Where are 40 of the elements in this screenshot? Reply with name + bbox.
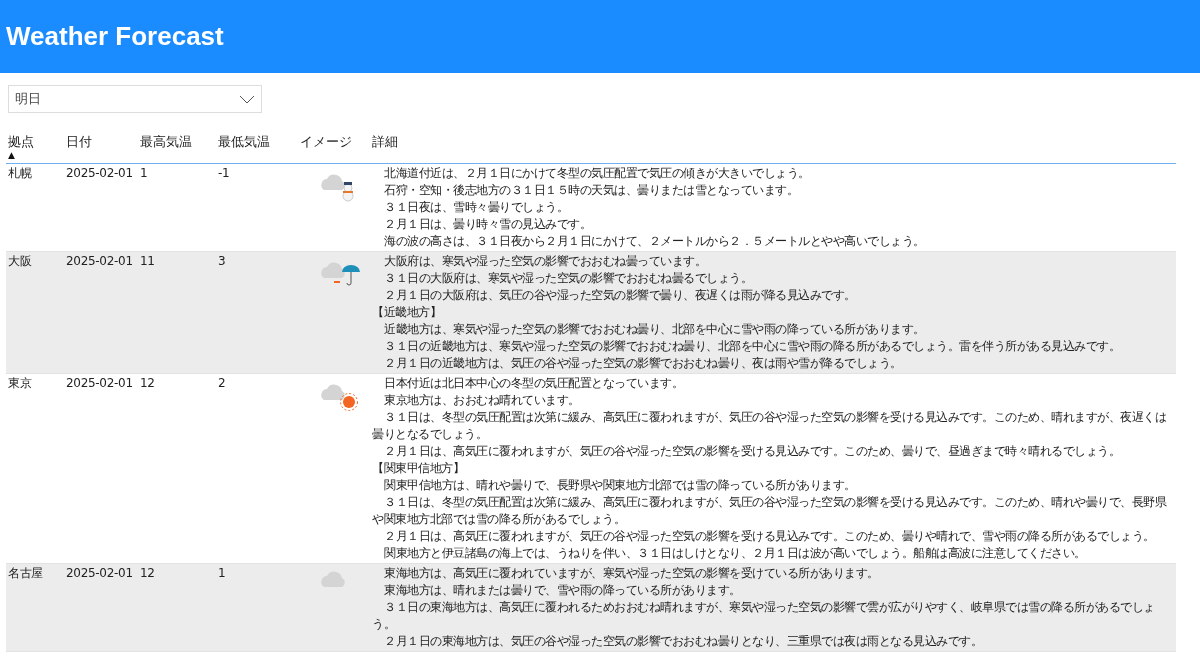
sort-arrow-icon: ▲: [8, 151, 62, 160]
forecast-text: 東京地方は、おおむね晴れています。: [383, 392, 580, 409]
cloud-icon: [318, 570, 348, 587]
forecast-text: 石狩・空知・後志地方の３１日１５時の天気は、曇りまたは雪となっています。: [383, 182, 798, 199]
forecast-text: ２月１日の近畿地方は、気圧の谷や湿った空気の影響でおおむね曇り、夜は雨や雪が降るでしょう。: [383, 355, 902, 372]
forecast-text: 北海道付近は、２月１日にかけて冬型の気圧配置で気圧の傾きが大きいでしょう。: [383, 165, 810, 182]
forecast-text: 日本付近は北日本中心の冬型の気圧配置となっています。: [383, 375, 683, 392]
place-cell: 大阪: [6, 252, 64, 374]
low-temp-cell: 3: [216, 252, 298, 374]
forecast-text: ３１日は、冬型の気圧配置は次第に緩み、高気圧に覆われますが、気圧の谷や湿った空気の影響を受ける見込みです。このため、晴れますが、夜遅くは曇りとなるでしょう。: [372, 409, 1167, 443]
chevron-down-icon: [239, 94, 255, 104]
date-cell: 2025-02-01: [64, 564, 138, 652]
region-heading: 【関東甲信地方】: [372, 460, 464, 477]
day-select[interactable]: 明日: [8, 85, 262, 113]
place-cell: 名古屋: [6, 564, 64, 652]
forecast-text: ３１日の東海地方は、高気圧に覆われるためおおむね晴れますが、寒気や湿った空気の影響で雲が広がりやすく、岐阜県では雪の降る所があるでしょう。: [372, 599, 1156, 633]
forecast-text: ２月１日の大阪府は、気圧の谷や湿った空気の影響で曇り、夜遅くは雨が降る見込みです。: [383, 287, 856, 304]
forecast-text: ２月１日は、高気圧に覆われますが、気圧の谷や湿った空気の影響を受ける見込みです。このため、曇りで、昼過ぎまで時々晴れるでしょう。: [383, 443, 1120, 460]
forecast-text: 関東地方と伊豆諸島の海上では、うねりを伴い、３１日はしけとなり、２月１日は波が高いでしょう。船舶は高波に注意してください。: [383, 545, 1086, 562]
forecast-text: 東海地方は、晴れまたは曇りで、雪や雨の降っている所があります。: [383, 582, 741, 599]
forecast-text: ３１日の近畿地方は、寒気や湿った空気の影響でおおむね曇り、北部を中心に雪や雨の降る所があるでしょう。雷を伴う所がある見込みです。: [383, 338, 1120, 355]
low-temp-cell: 1: [216, 564, 298, 652]
forecast-text: 海の波の高さは、３１日夜から２月１日にかけて、２メートルから２．５メートルとやや高いでしょう。: [383, 233, 925, 250]
forecast-text: ２月１日は、曇り時々雪の見込みです。: [383, 216, 591, 233]
forecast-text: 関東甲信地方は、晴れや曇りで、長野県や関東地方北部では雪の降っている所があります。: [383, 477, 856, 494]
forecast-text: ２月１日は、高気圧に覆われますが、気圧の谷や湿った空気の影響を受ける見込みです。このため、曇りや晴れで、雪や雨の降る所があるでしょう。: [383, 528, 1155, 545]
forecast-text: ３１日夜は、雪時々曇りでしょう。: [383, 199, 568, 216]
high-temp-cell: 12: [138, 564, 216, 652]
high-temp-cell: 11: [138, 252, 216, 374]
forecast-text: ３１日は、冬型の気圧配置は次第に緩み、高気圧に覆われますが、気圧の谷や湿った空気の影響を受ける見込みです。このため、晴れや曇りで、長野県や関東地方北部では雪の降る所があるでしょう。: [372, 494, 1168, 528]
date-cell: 2025-02-01: [64, 252, 138, 374]
forecast-text: ３１日の大阪府は、寒気や湿った空気の影響でおおむね曇るでしょう。: [383, 270, 752, 287]
place-cell: 札幌: [6, 164, 64, 252]
place-cell: 東京: [6, 374, 64, 564]
forecast-text: 近畿地方は、寒気や湿った空気の影響でおおむね曇り、北部を中心に雪や雨の降っている所があります。: [383, 321, 925, 338]
app-title: Weather Forecast: [6, 21, 224, 52]
region-heading: 【近畿地方】: [372, 304, 441, 321]
forecast-text: 東海地方は、高気圧に覆われていますが、寒気や湿った空気の影響を受けている所があります。: [383, 565, 879, 582]
forecast-text: ２月１日の東海地方は、気圧の谷や湿った空気の影響でおおむね曇りとなり、三重県では夜は雨となる見込みです。: [383, 633, 982, 650]
forecast-text: 大阪府は、寒気や湿った空気の影響でおおむね曇っています。: [383, 253, 706, 270]
